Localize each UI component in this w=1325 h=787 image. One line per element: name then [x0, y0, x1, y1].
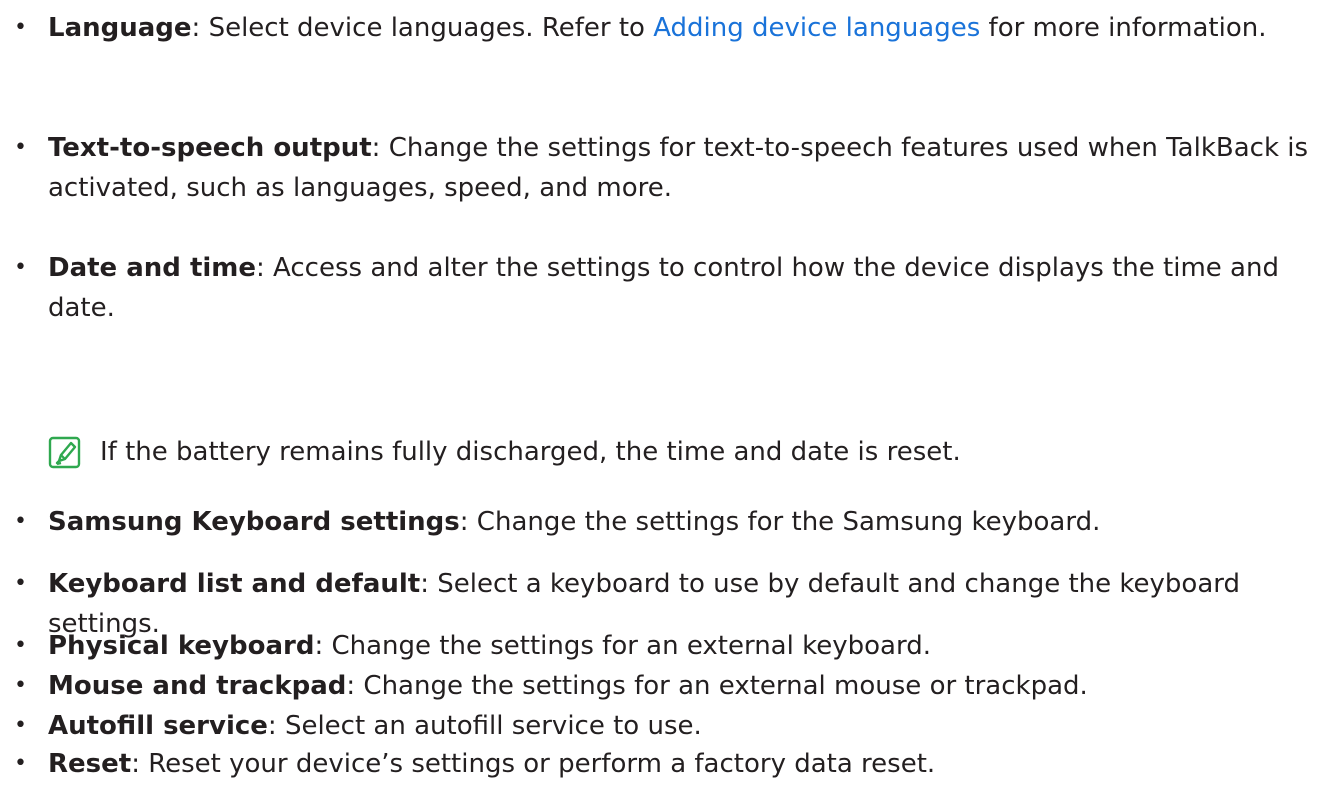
item-text: : Change the settings for an external mo…	[346, 671, 1088, 701]
list-item-body: Date and time: Access and alter the sett…	[48, 248, 1313, 328]
item-term: Text-to-speech output	[48, 133, 372, 163]
list-item-body: Autofill service: Select an autofill ser…	[48, 706, 1313, 746]
item-text-continued: for more information.	[980, 13, 1267, 43]
list-item-body: Samsung Keyboard settings: Change the se…	[48, 502, 1313, 542]
item-text: : Reset your device’s settings or perfor…	[131, 749, 936, 779]
bullet: •	[14, 713, 27, 738]
list-item-body: Language: Select device languages. Refer…	[48, 8, 1313, 48]
bullet: •	[14, 255, 27, 280]
item-term: Physical keyboard	[48, 631, 315, 661]
item-term: Mouse and trackpad	[48, 671, 347, 701]
note-text: If the battery remains fully discharged,…	[100, 437, 961, 467]
item-text: : Change the settings for the Samsung ke…	[459, 507, 1101, 537]
bullet: •	[14, 135, 27, 160]
item-term: Keyboard list and default	[48, 569, 421, 599]
note-pencil-icon	[48, 436, 81, 469]
item-term: Autofill service	[48, 711, 268, 741]
list-item-body: Text-to-speech output: Change the settin…	[48, 128, 1313, 208]
item-term: Samsung Keyboard settings	[48, 507, 460, 537]
manual-page: • Language: Select device languages. Ref…	[0, 0, 1325, 787]
bullet: •	[14, 509, 27, 534]
list-item-body: Reset: Reset your device’s settings or p…	[48, 744, 1313, 784]
bullet: •	[14, 673, 27, 698]
item-text: : Select device languages. Refer to	[191, 13, 654, 43]
bullet: •	[14, 633, 27, 658]
item-term: Date and time	[48, 253, 257, 283]
bullet: •	[14, 571, 27, 596]
adding-device-languages-link[interactable]: Adding device languages	[653, 13, 980, 43]
bullet: •	[14, 751, 27, 776]
list-item-body: Physical keyboard: Change the settings f…	[48, 626, 1313, 666]
item-term: Language	[48, 13, 192, 43]
item-text: : Select an autofill service to use.	[267, 711, 702, 741]
list-item-body: Mouse and trackpad: Change the settings …	[48, 666, 1313, 706]
bullet: •	[14, 15, 27, 40]
item-text: : Change the settings for an external ke…	[314, 631, 931, 661]
note: If the battery remains fully discharged,…	[48, 432, 1308, 476]
item-term: Reset	[48, 749, 132, 779]
